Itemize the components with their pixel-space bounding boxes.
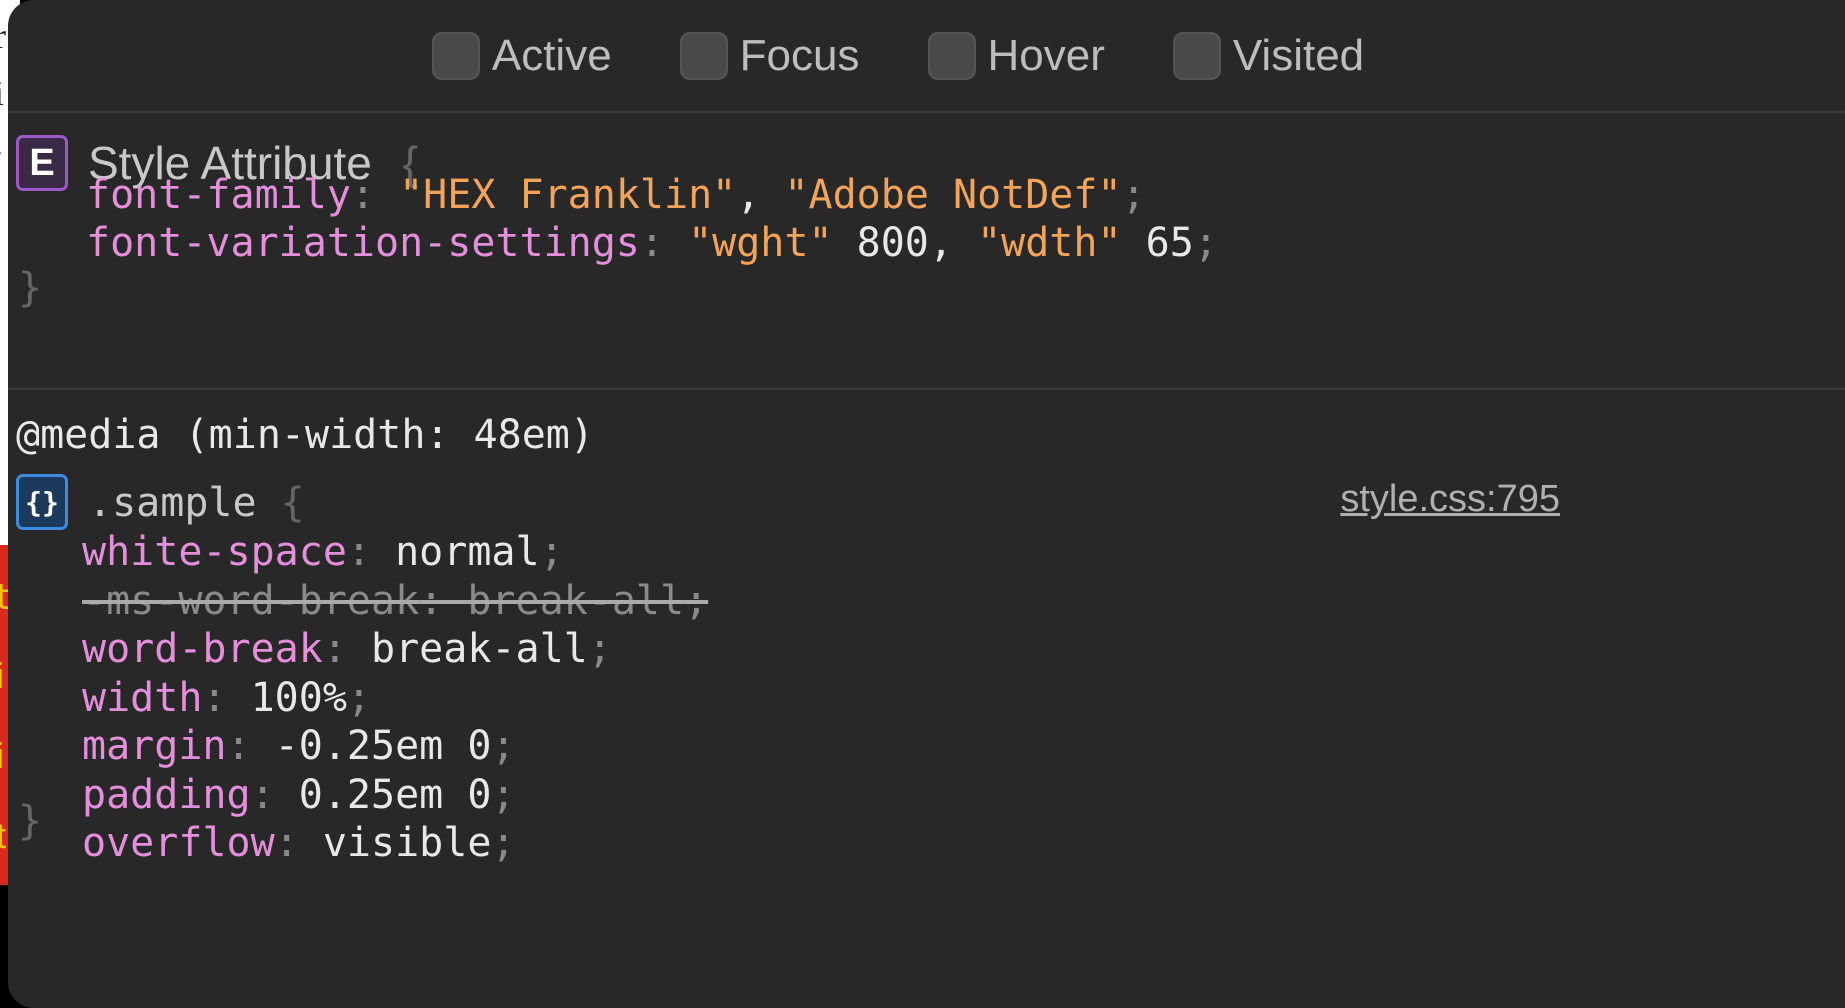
css-property-value: 65 [1121, 220, 1194, 266]
css-rule-icon: {} [16, 474, 68, 530]
pseudo-class-visited-toggle[interactable]: Visited [1172, 30, 1365, 81]
source-location-link[interactable]: style.css:795 [1340, 478, 1560, 521]
sample-glyph: t [0, 815, 7, 856]
page-text-fragment: r [0, 18, 6, 54]
css-property-value: 800, [832, 220, 978, 266]
css-property-name: font-variation-settings [86, 220, 640, 266]
pseudo-class-label: Visited [1232, 30, 1365, 80]
css-property-value: , [736, 172, 785, 218]
css-declaration[interactable]: font-family: "HEX Franklin", "Adobe NotD… [86, 171, 1146, 219]
style-attribute-rule: E Style Attribute { font-family: "HEX Fr… [8, 115, 1845, 390]
checkbox[interactable] [1172, 31, 1221, 80]
semicolon: ; [587, 626, 612, 672]
colon: : [639, 220, 689, 266]
semicolon: ; [491, 723, 516, 769]
css-declaration[interactable]: font-variation-settings: "wght" 800, "wd… [86, 219, 1218, 267]
pseudo-class-label: Focus [739, 30, 860, 80]
semicolon: ; [491, 820, 516, 866]
colon: : [226, 723, 275, 769]
css-property-value: break-all [371, 626, 588, 672]
css-property-value: 0.25em 0 [298, 771, 492, 818]
semicolon: ; [539, 529, 564, 575]
css-property-name: -ms-word-break [82, 577, 420, 624]
css-property-value: -0.25em 0 [274, 723, 492, 769]
close-brace: } [18, 798, 43, 844]
semicolon: ; [1121, 172, 1146, 218]
sample-glyph: i [0, 735, 4, 777]
css-declaration[interactable]: margin: -0.25em 0; [82, 722, 516, 770]
checkbox[interactable] [927, 31, 976, 80]
colon: : [350, 172, 400, 218]
css-declaration[interactable]: word-break: break-all; [82, 625, 612, 673]
css-property-value: 100% [250, 674, 347, 721]
css-property-name: margin [82, 723, 227, 769]
pseudo-class-label: Active [491, 30, 612, 80]
css-property-name: white-space [82, 529, 347, 575]
css-property-value: "wght" [688, 220, 833, 266]
selector-text: .sample [88, 480, 257, 526]
pseudo-class-focus-toggle[interactable]: Focus [679, 30, 860, 81]
media-query: @media (min-width: 48em) [16, 412, 594, 458]
media-rule: @media (min-width: 48em) {} .sample { st… [8, 390, 1845, 1008]
overridden-css-declaration[interactable]: -ms-word-break: break-all; [82, 577, 708, 625]
css-declaration[interactable]: white-space: normal; [82, 528, 564, 576]
colon: : [274, 820, 323, 866]
element-style-icon: E [16, 135, 68, 191]
pseudo-class-hover-toggle[interactable]: Hover [927, 30, 1105, 81]
styles-inspector-panel: Active Focus Hover Visited E Style Attri… [8, 0, 1845, 1008]
semicolon: ; [684, 577, 709, 624]
css-property-value: "Adobe NotDef" [784, 172, 1122, 218]
page-text-fragment: i [0, 72, 4, 114]
css-property-name: word-break [82, 626, 323, 672]
css-declaration[interactable]: width: 100%; [82, 674, 371, 722]
checkbox[interactable] [431, 31, 480, 80]
rule-selector: .sample { [88, 476, 305, 530]
css-property-value: break-all [467, 577, 685, 624]
css-property-name: width [82, 674, 203, 721]
css-property-value: normal [395, 529, 540, 575]
pseudo-class-toggle-bar: Active Focus Hover Visited [8, 0, 1845, 113]
page-text-fragment: . [0, 122, 3, 164]
css-property-value: visible [322, 820, 492, 866]
css-property-name: padding [82, 771, 251, 818]
pseudo-class-label: Hover [987, 30, 1105, 80]
sample-glyph: i [0, 655, 4, 697]
open-brace: { [280, 480, 305, 526]
colon: : [346, 529, 396, 575]
css-property-value: "HEX Franklin" [399, 172, 737, 218]
semicolon: ; [1193, 220, 1218, 266]
semicolon: ; [346, 674, 372, 721]
semicolon: ; [491, 771, 516, 818]
pseudo-class-active-toggle[interactable]: Active [431, 30, 612, 81]
colon: : [202, 674, 251, 721]
checkbox[interactable] [679, 31, 728, 80]
colon: : [250, 771, 299, 818]
css-property-value: "wdth" [977, 220, 1122, 266]
colon: : [322, 626, 371, 672]
css-property-name: overflow [82, 820, 275, 866]
css-property-name: font-family [86, 172, 351, 218]
css-declaration[interactable]: padding: 0.25em 0; [82, 771, 516, 819]
colon: : [419, 577, 468, 624]
close-brace: } [18, 265, 43, 311]
css-declaration[interactable]: overflow: visible; [82, 819, 516, 867]
